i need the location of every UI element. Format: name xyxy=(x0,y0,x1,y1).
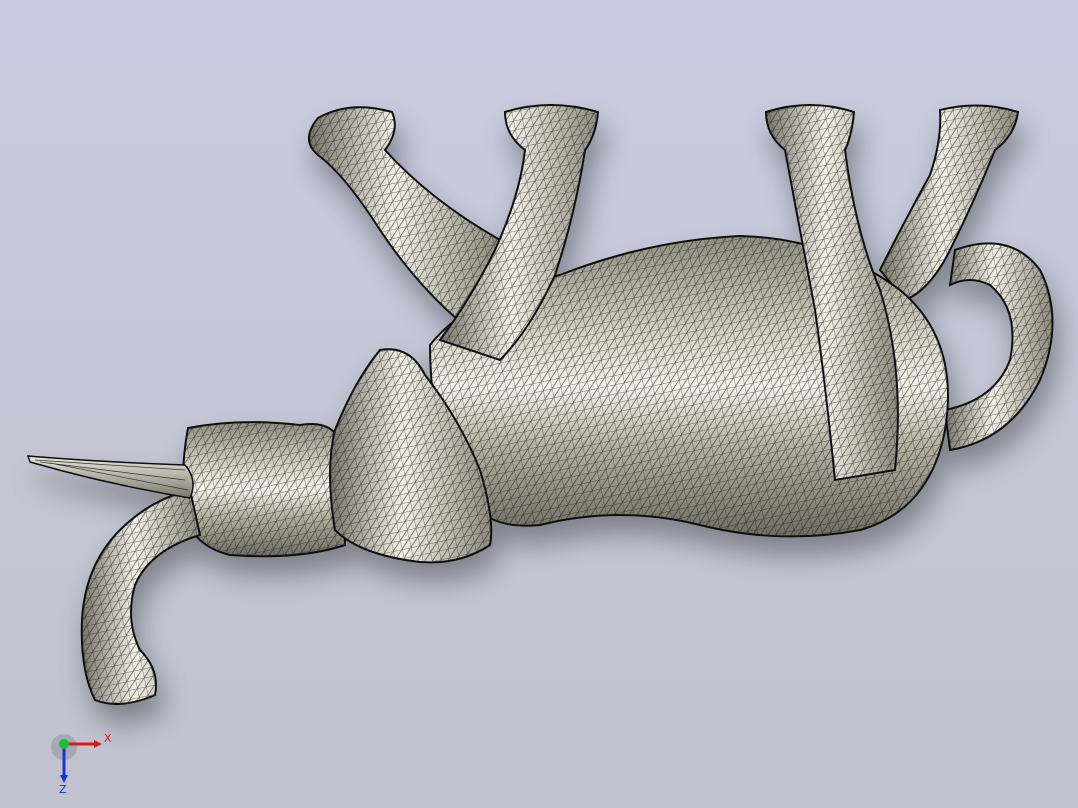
x-axis-arrow xyxy=(94,740,102,748)
elephant-trunk[interactable] xyxy=(80,488,202,705)
elephant-head[interactable] xyxy=(182,421,347,558)
axis-triad: X Z xyxy=(51,732,112,795)
elephant-mesh-model[interactable] xyxy=(0,0,1078,808)
y-axis-dot xyxy=(59,739,69,749)
z-axis-arrow xyxy=(60,775,68,783)
elephant-tusk[interactable] xyxy=(26,455,194,499)
3d-viewport[interactable]: X Z xyxy=(0,0,1078,808)
tail[interactable] xyxy=(943,242,1054,452)
x-axis-label: X xyxy=(104,732,112,745)
z-axis-label: Z xyxy=(59,783,67,795)
